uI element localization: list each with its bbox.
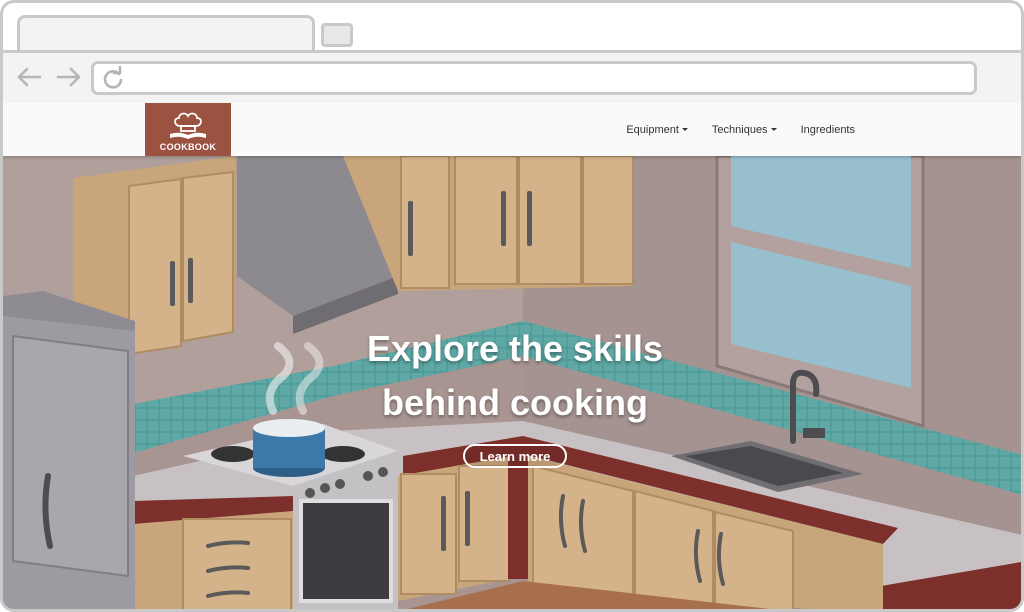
address-bar[interactable] [91, 61, 977, 95]
hero-title-line2: behind cooking [382, 382, 648, 423]
hero-section: Explore the skills behind cooking Learn … [3, 156, 1021, 609]
nav-ingredients[interactable]: Ingredients [789, 124, 867, 136]
arrow-right-icon[interactable] [55, 63, 83, 91]
tab-strip [3, 3, 1021, 53]
nav-equipment-label: Equipment [626, 123, 679, 136]
browser-window: COOKBOOK Equipment Techniques Ingredient… [0, 0, 1024, 612]
page-viewport: COOKBOOK Equipment Techniques Ingredient… [3, 103, 1021, 609]
chef-hat-book-icon [170, 112, 206, 139]
site-logo[interactable]: COOKBOOK [145, 103, 231, 156]
logo-text: COOKBOOK [159, 142, 217, 152]
nav-techniques-label: Techniques [711, 123, 768, 136]
learn-more-button[interactable]: Learn more [463, 444, 567, 468]
nav-equipment[interactable]: Equipment [614, 124, 700, 136]
caret-down-icon [681, 128, 688, 131]
caret-down-icon [770, 128, 777, 131]
hero-title: Explore the skills behind cooking [3, 322, 1021, 430]
browser-tab[interactable] [17, 15, 315, 53]
reload-icon[interactable] [100, 66, 126, 92]
hero-title-line1: Explore the skills [366, 328, 664, 369]
main-nav: Equipment Techniques Ingredients [614, 103, 867, 156]
arrow-left-icon[interactable] [15, 63, 43, 91]
nav-ingredients-label: Ingredients [800, 123, 855, 136]
new-tab-button[interactable] [321, 23, 353, 47]
site-header: COOKBOOK Equipment Techniques Ingredient… [3, 103, 1021, 156]
nav-techniques[interactable]: Techniques [700, 124, 789, 136]
browser-toolbar [3, 50, 1021, 106]
